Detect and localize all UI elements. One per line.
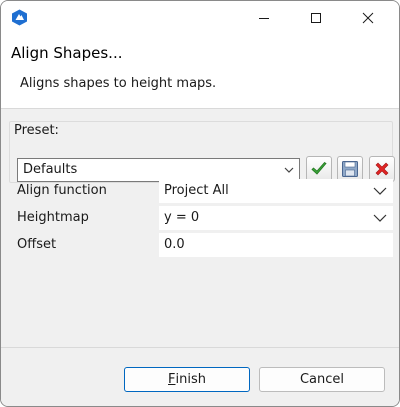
button-bar: Finish Cancel: [1, 347, 399, 406]
title-bar: [1, 1, 399, 34]
close-icon: [362, 12, 374, 23]
cancel-button[interactable]: Cancel: [259, 367, 385, 392]
dialog-window: Align Shapes... Aligns shapes to height …: [0, 0, 400, 407]
floppy-disk-icon: [342, 161, 358, 177]
chevron-down-icon: [373, 214, 387, 222]
checkmark-icon: [311, 161, 327, 175]
offset-row: Offset 0.0: [9, 233, 393, 257]
chevron-down-icon: [373, 187, 387, 195]
offset-label: Offset: [17, 237, 57, 252]
page-description: Aligns shapes to height maps.: [20, 76, 217, 91]
offset-value: 0.0: [164, 237, 185, 252]
close-button[interactable]: [345, 1, 391, 34]
finish-mnemonic: F: [168, 372, 176, 387]
dialog-content: Preset: Defaults Align function Project …: [1, 109, 399, 347]
app-icon: [12, 9, 27, 26]
heightmap-label: Heightmap: [17, 210, 89, 225]
maximize-icon: [311, 12, 321, 23]
finish-button[interactable]: Finish: [124, 367, 250, 392]
heightmap-dropdown[interactable]: y = 0: [159, 206, 393, 230]
align-function-value: Project All: [164, 183, 229, 198]
page-title: Align Shapes...: [11, 44, 123, 62]
finish-label: inish: [175, 372, 206, 387]
preset-selected-value: Defaults: [23, 162, 78, 177]
preset-group: Preset: Defaults: [9, 121, 395, 183]
heightmap-value: y = 0: [164, 210, 200, 225]
align-function-label: Align function: [17, 183, 107, 198]
align-function-row: Align function Project All: [9, 179, 393, 203]
offset-field[interactable]: 0.0: [159, 233, 393, 257]
minimize-button[interactable]: [241, 1, 287, 34]
minimize-icon: [259, 17, 269, 19]
maximize-button[interactable]: [293, 1, 339, 34]
heightmap-row: Heightmap y = 0: [9, 206, 393, 230]
wizard-header: Align Shapes... Aligns shapes to height …: [1, 34, 399, 109]
chevron-down-icon: [284, 167, 294, 173]
align-function-dropdown[interactable]: Project All: [159, 179, 393, 203]
preset-label: Preset:: [14, 123, 59, 138]
red-x-icon: [375, 162, 389, 176]
